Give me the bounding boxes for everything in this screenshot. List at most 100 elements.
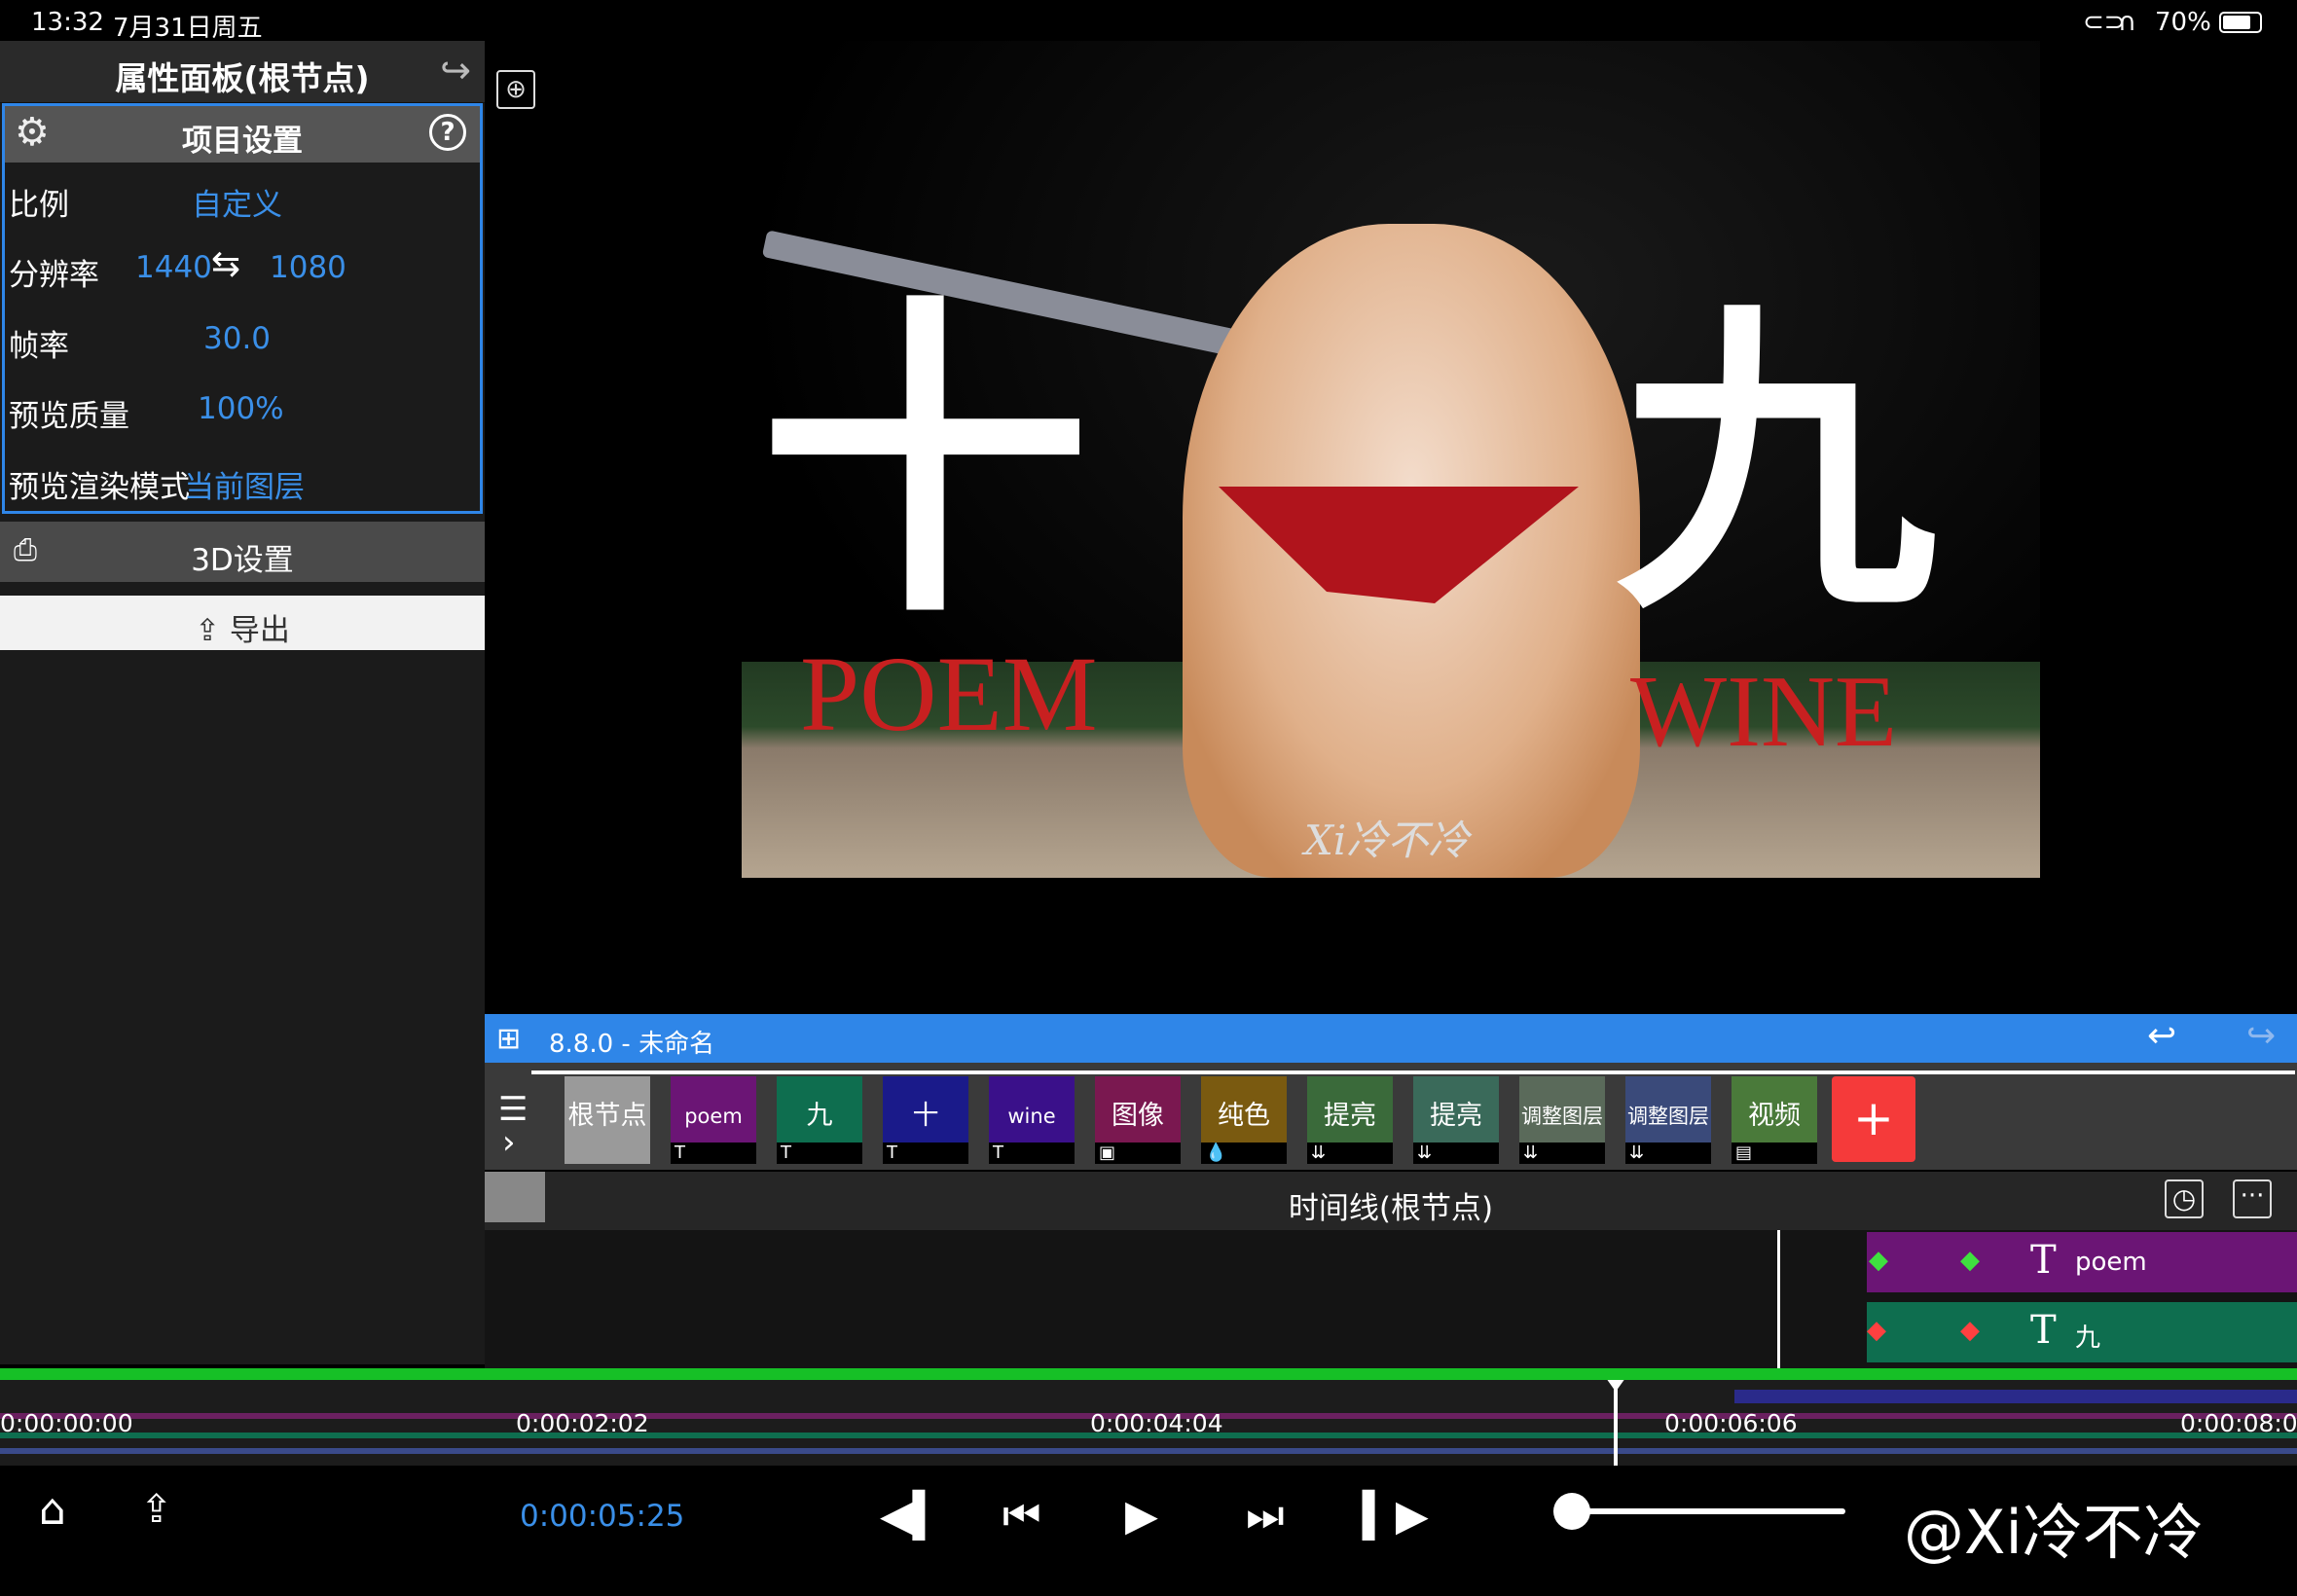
track-label: poem <box>2075 1248 2147 1277</box>
tick-label: 0:00:06:06 <box>1664 1409 1798 1437</box>
layer-chip[interactable]: 纯色 💧 <box>1201 1076 1287 1164</box>
track-label: 九 <box>2075 1324 2101 1353</box>
project-settings-box: ⚙ 项目设置 ? 比例 自定义 分辨率 1440 ⇆ 1080 帧率 30.0 … <box>2 103 483 514</box>
layer-chip-label: 九 <box>806 1101 833 1131</box>
layer-chip-label: 调整图层 <box>1627 1105 1709 1128</box>
tick-label: 0:00:00:00 <box>0 1409 133 1437</box>
undo-icon[interactable]: ↩ <box>2147 1016 2176 1056</box>
layer-type-icon: ▤ <box>1732 1143 1817 1164</box>
swap-icon[interactable]: ⇆ <box>211 244 240 284</box>
zoom-icon[interactable]: ⊕ <box>496 70 535 109</box>
hierarchy-icon[interactable]: ⊞ <box>496 1022 521 1056</box>
play-icon[interactable]: ▶ <box>1125 1491 1158 1541</box>
keyframe-icon[interactable]: ◆ <box>1960 1246 1980 1275</box>
layer-chip[interactable]: 十T <box>883 1076 968 1164</box>
skip-forward-icon[interactable]: ⏭ <box>1246 1491 1285 1541</box>
layer-chip-label: 提亮 <box>1324 1101 1376 1131</box>
add-layer-button[interactable]: + <box>1832 1076 1915 1162</box>
ruler-segment <box>1734 1390 2297 1403</box>
track-poem[interactable]: ◆ ◆ T poem <box>1867 1232 2297 1292</box>
ruler-stripe <box>0 1448 2297 1454</box>
track-jiu[interactable]: ◆ ◆ T 九 <box>1867 1302 2297 1362</box>
render-mode-label: 预览渲染模式 <box>9 470 190 505</box>
preview-quality-value[interactable]: 100% <box>198 391 284 426</box>
layer-type-icon: T <box>989 1143 1075 1164</box>
layer-chip[interactable]: 九T <box>777 1076 862 1164</box>
redo-disabled-icon[interactable]: ↪ <box>2246 1016 2276 1056</box>
layer-chip-label: 视频 <box>1748 1101 1801 1131</box>
export-button[interactable]: ⇪ 导出 <box>0 596 485 650</box>
layer-type-icon: ⇊ <box>1519 1143 1605 1164</box>
preview-word-right: WINE <box>1630 654 1898 768</box>
layer-chip[interactable]: 提亮 ⇊ <box>1413 1076 1499 1164</box>
chevron-right-icon[interactable]: › <box>502 1123 516 1162</box>
framerate-value[interactable]: 30.0 <box>203 321 271 356</box>
playback-bar: ⌂ ⇪ 0:00:05:25 ◀▍ ⏮ ▶ ⏭ ▍▶ @Xi冷不冷 <box>0 1466 2297 1596</box>
ratio-row: 比例 自定义 <box>5 163 480 233</box>
app-bar: ⊞ 8.8.0 - 未命名 ↩ ↪ <box>485 1014 2297 1063</box>
layer-chip-label: 图像 <box>1112 1101 1164 1131</box>
upload-icon: ⇪ <box>195 613 230 648</box>
layer-chip[interactable]: poem T <box>671 1076 756 1164</box>
project-title: 8.8.0 - 未命名 <box>549 1030 715 1059</box>
keyframe-icon[interactable]: ◆ <box>1869 1246 1888 1275</box>
zoom-slider-thumb[interactable] <box>1553 1493 1590 1530</box>
project-settings-title: 项目设置 <box>182 124 303 159</box>
layer-chip-label: 纯色 <box>1218 1101 1270 1131</box>
playhead-marker-icon[interactable] <box>1606 1378 1625 1392</box>
layer-chip[interactable]: 图像 ▣ <box>1095 1076 1181 1164</box>
3d-settings-button[interactable]: ⎙ 3D设置 <box>0 522 485 582</box>
help-icon[interactable]: ? <box>429 114 466 151</box>
panel-title: 属性面板(根节点) <box>115 59 370 97</box>
layer-chip-label: 根节点 <box>567 1101 647 1131</box>
export-text: 导出 <box>229 613 290 648</box>
zoom-slider-track[interactable] <box>1563 1508 1845 1514</box>
project-settings-header[interactable]: ⚙ 项目设置 ? <box>5 106 480 163</box>
tick-label: 0:00:04:04 <box>1090 1409 1223 1437</box>
layer-type-icon: 💧 <box>1201 1143 1287 1164</box>
layer-strip: ☰ › 根节点 poem T 九 T 十 Twine T 图像 ▣ 纯色 💧 提亮 ⇊ 提亮 ⇊ 调整图层 ⇊ 调整… <box>485 1063 2297 1170</box>
layer-type-icon: T <box>777 1143 862 1164</box>
time-ruler[interactable]: 0:00:00:00 0:00:02:02 0:00:04:04 0:00:06… <box>0 1368 2297 1466</box>
battery-percent: 70% <box>2155 8 2211 37</box>
preview-quality-row: 预览质量 100% <box>5 374 480 444</box>
headphones-icon: ∩ <box>2118 8 2137 37</box>
resolution-label: 分辨率 <box>9 258 99 293</box>
share-icon[interactable]: ⇪ <box>140 1487 173 1532</box>
ratio-value[interactable]: 自定义 <box>192 180 282 224</box>
tick-label: 0:00:08:08 <box>2180 1409 2297 1437</box>
resolution-width[interactable]: 1440 <box>135 250 212 285</box>
3d-settings-label: 3D设置 <box>191 543 294 578</box>
next-frame-icon[interactable]: ▍▶ <box>1363 1491 1429 1541</box>
layer-chip-label: 提亮 <box>1430 1101 1482 1131</box>
layer-type-icon: T <box>883 1143 968 1164</box>
layer-type-icon: T <box>671 1143 756 1164</box>
timeline-title: 时间线(根节点) <box>1288 1191 1494 1226</box>
layer-chip[interactable]: 调整图层 ⇊ <box>1625 1076 1711 1164</box>
keyframe-icon[interactable]: ◆ <box>1867 1316 1886 1345</box>
current-time[interactable]: 0:00:05:25 <box>520 1499 684 1534</box>
redo-icon[interactable]: ↪ <box>440 49 471 91</box>
layer-type-icon: ⇊ <box>1413 1143 1499 1164</box>
work-area-bar[interactable] <box>0 1368 2297 1380</box>
layer-chip[interactable]: 根节点 <box>565 1076 650 1164</box>
layer-chip-label: 调整图层 <box>1521 1105 1603 1128</box>
layer-chip-label: poem <box>684 1105 743 1128</box>
layer-chip[interactable]: wine T <box>989 1076 1075 1164</box>
skip-back-icon[interactable]: ⏮ <box>1003 1491 1041 1541</box>
preview-text-right: 九 <box>1616 274 1937 652</box>
more-icon[interactable]: ··· <box>2233 1179 2272 1218</box>
layer-chip[interactable]: 调整图层 ⇊ <box>1519 1076 1605 1164</box>
export-label: ⇪ 导出 <box>0 605 485 649</box>
home-icon[interactable]: ⌂ <box>39 1485 66 1535</box>
ruler-playhead[interactable] <box>1614 1382 1618 1466</box>
prev-frame-icon[interactable]: ◀▍ <box>880 1491 946 1541</box>
resolution-height[interactable]: 1080 <box>270 250 346 285</box>
clock-icon[interactable]: ◷ <box>2165 1179 2204 1218</box>
panel-title-bar: 属性面板(根节点) ↪ <box>0 41 485 103</box>
framerate-row: 帧率 30.0 <box>5 304 480 374</box>
layer-chip[interactable]: 视频 ▤ <box>1732 1076 1817 1164</box>
layer-chip[interactable]: 提亮 ⇊ <box>1307 1076 1393 1164</box>
keyframe-icon[interactable]: ◆ <box>1960 1316 1980 1345</box>
render-mode-value[interactable]: 当前图层 <box>184 462 305 506</box>
